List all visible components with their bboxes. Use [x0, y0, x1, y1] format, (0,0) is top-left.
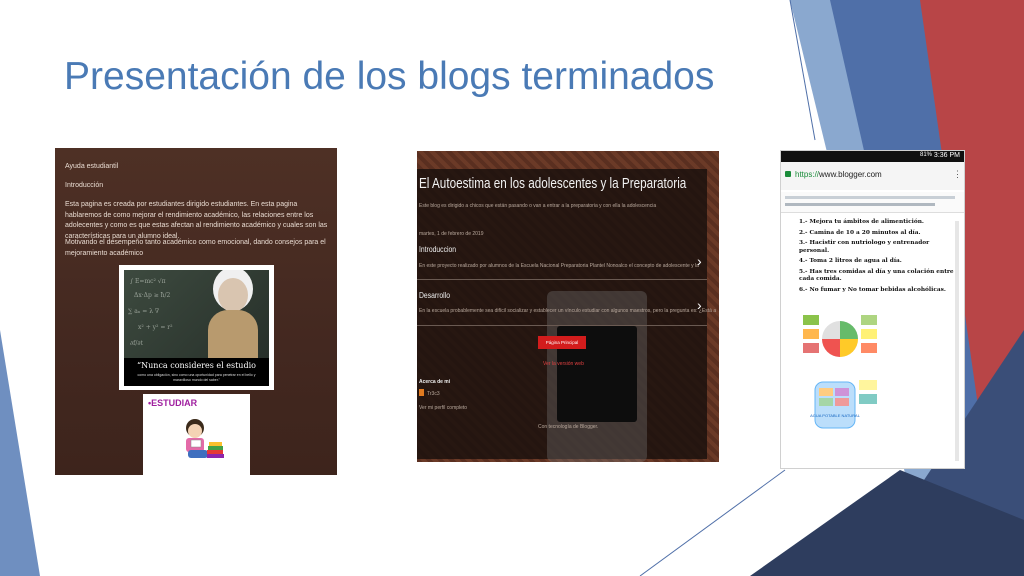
- blog-screenshot-ayuda-estudiantil: Ayuda estudiantil Introducción Esta pagi…: [55, 148, 337, 475]
- girl-reading-illustration: [186, 419, 224, 458]
- jar-label: AGUA POTABLE NATURAL: [810, 413, 861, 418]
- menu-dots-icon[interactable]: ⋮: [953, 169, 962, 180]
- deco-line-bottom: [639, 469, 786, 576]
- blogger-icon: [419, 389, 424, 396]
- author-name[interactable]: Tr3c3: [427, 391, 440, 397]
- food-plate-image: [801, 313, 879, 369]
- chalkboard: ∫ E=mc² √π Δx·Δp ≥ ħ/2 ∑ aₙ = λ ∇ x² + y…: [124, 270, 269, 358]
- blog1-heading: Ayuda estudiantil: [65, 163, 119, 170]
- blog2-post1-snippet: En este proyecto realizado por alumnos d…: [419, 263, 699, 269]
- chevron-right-icon[interactable]: ›: [697, 297, 702, 313]
- list-item: 1.- Mejora tu ámbitos de alimentición.: [799, 219, 924, 225]
- image-quote-sub: como una obligación, sino como una oport…: [137, 373, 256, 382]
- web-version-link[interactable]: Ver la versión web: [543, 361, 584, 367]
- chevron-right-icon[interactable]: ›: [697, 253, 702, 269]
- list-item: 6.- No fumar y No tomar bebidas alcohóli…: [799, 286, 946, 293]
- list-item: 4.- Toma 2 litros de agua al día.: [799, 258, 902, 264]
- deco-left-band: [0, 330, 40, 576]
- slide-title: Presentación de los blogs terminados: [64, 55, 715, 98]
- editor-content[interactable]: 1.- Mejora tu ámbitos de alimentición. 2…: [799, 219, 955, 297]
- einstein-figure: [218, 278, 248, 312]
- blog1-paragraph2: Motivando el desempeño tanto académico c…: [65, 239, 326, 257]
- blog-screenshot-autoestima: El Autoestima en los adolescentes y la P…: [417, 151, 719, 462]
- list-item: 5.- Has tres comidas al día y una colaci…: [799, 268, 954, 283]
- blog1-section: Introducción: [65, 182, 104, 189]
- einstein-quote-image: ∫ E=mc² √π Δx·Δp ≥ ħ/2 ∑ aₙ = λ ∇ x² + y…: [119, 265, 274, 390]
- image-quote: “Nunca consideres el estudio: [137, 361, 256, 370]
- estudiar-image: •ESTUDIAR: [143, 394, 250, 475]
- profile-link[interactable]: Ver mi perfil completo: [419, 405, 467, 411]
- water-jar-image: AGUA POTABLE NATURAL: [801, 374, 879, 434]
- phone-status-bar: 81% 3:36 PM: [781, 151, 964, 162]
- blog2-post2-snippet: En la escuela probablemente sea difícil …: [419, 308, 717, 314]
- blog2-title: El Autoestima en los adolescentes y la P…: [419, 175, 687, 192]
- powered-by: Con tecnología de Blogger.: [538, 424, 599, 430]
- battery-level: 81%: [919, 152, 932, 158]
- blog-screenshot-blogger-editor: 81% 3:36 PM https://www.blogger.com ⋮ 1.…: [781, 151, 964, 468]
- scrollbar[interactable]: [955, 221, 959, 461]
- blog2-post2-title[interactable]: Desarrollo: [419, 291, 450, 300]
- list-item: 3.- Hacistir con nutriologo y entrenador…: [799, 240, 930, 254]
- about-heading: Acerca de mi: [419, 379, 451, 385]
- blog2-description: Este blog es dirigido a chicos que están…: [419, 203, 657, 209]
- blog2-date: martes, 1 de febrero de 2019: [419, 231, 484, 237]
- editor-toolbar[interactable]: [781, 192, 964, 213]
- lock-icon: [785, 171, 791, 177]
- estudiar-label: •ESTUDIAR: [148, 398, 198, 408]
- status-time: 3:36 PM: [933, 152, 960, 159]
- blog2-post1-title[interactable]: Introduccion: [419, 245, 456, 254]
- url-text[interactable]: https://www.blogger.com: [795, 170, 882, 179]
- home-page-button[interactable]: Página Principal: [538, 336, 586, 349]
- list-item: 2.- Camina de 10 a 20 minutos al día.: [799, 229, 921, 236]
- blog1-paragraph1: Esta pagina es creada por estudiantes di…: [65, 201, 328, 240]
